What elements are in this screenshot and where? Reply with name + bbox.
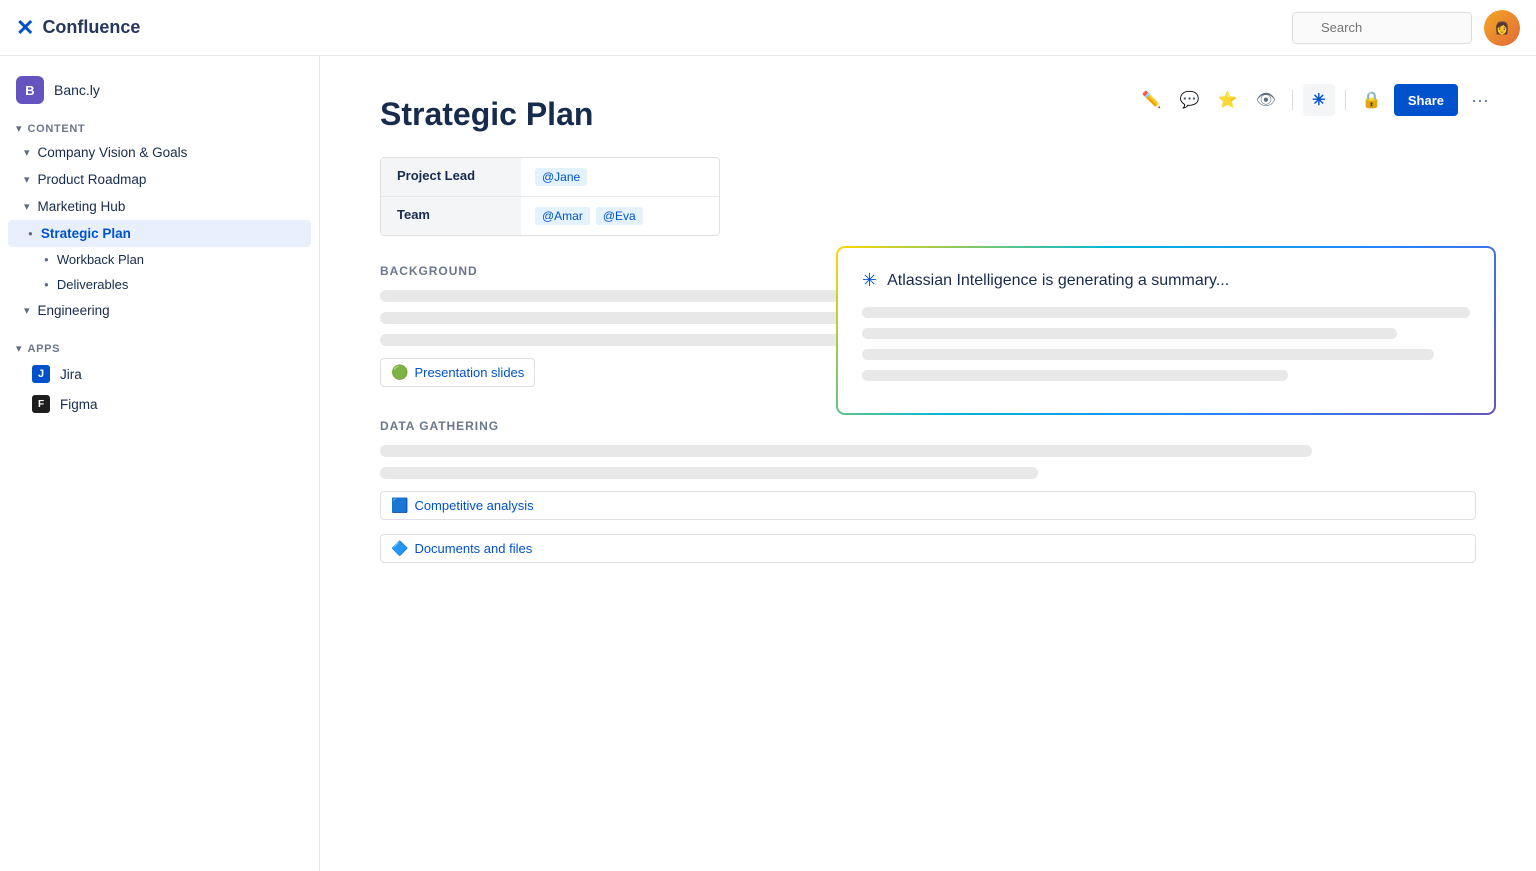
project-lead-value: @Jane bbox=[521, 158, 601, 196]
team-label: Team bbox=[381, 197, 521, 235]
sidebar: B Banc.ly ▾ CONTENT ▾ Company Vision & G… bbox=[0, 56, 320, 871]
sidebar-item-workback-plan-label: Workback Plan bbox=[57, 252, 144, 267]
star-button[interactable]: ⭐ bbox=[1212, 84, 1244, 116]
data-gathering-links: 🟦 Competitive analysis 🔷 Documents and f… bbox=[380, 491, 1476, 571]
avatar[interactable]: 👩 bbox=[1484, 10, 1520, 46]
sidebar-item-marketing-hub[interactable]: ▾ Marketing Hub bbox=[0, 193, 319, 220]
team-mention-amar[interactable]: @Amar bbox=[535, 207, 590, 225]
content-section-header[interactable]: ▾ CONTENT bbox=[0, 112, 319, 139]
jira-icon: J bbox=[32, 365, 50, 383]
sidebar-item-company-vision[interactable]: ▾ Company Vision & Goals bbox=[0, 139, 319, 166]
documents-files-link[interactable]: 🔷 Documents and files bbox=[380, 534, 1476, 563]
avatar-initials: 👩 bbox=[1495, 21, 1510, 35]
ai-snowflake-icon-panel: ✳ bbox=[862, 270, 877, 291]
presentation-slides-label: Presentation slides bbox=[414, 365, 524, 380]
ai-panel-header: ✳ Atlassian Intelligence is generating a… bbox=[862, 270, 1470, 291]
ai-loading-line-4 bbox=[862, 370, 1288, 381]
project-lead-row: Project Lead @Jane bbox=[381, 158, 719, 197]
apps-section-header[interactable]: ▾ APPS bbox=[0, 332, 319, 359]
content-area: ✏️ 💬 ⭐ 👁 ✳ 🔒 Share ··· Strategic Plan Pr… bbox=[320, 56, 1536, 871]
logo-text: Confluence bbox=[42, 17, 140, 38]
ai-loading-line-3 bbox=[862, 349, 1434, 360]
confluence-logo-icon: ✕ bbox=[16, 15, 34, 41]
metadata-table: Project Lead @Jane Team @Amar @Eva bbox=[380, 157, 720, 236]
toolbar-divider bbox=[1292, 90, 1293, 110]
ai-loading-line-1 bbox=[862, 307, 1470, 318]
dropbox-link-icon: 🔷 bbox=[391, 540, 408, 557]
marketing-hub-chevron-icon: ▾ bbox=[24, 200, 30, 213]
sidebar-item-engineering-label: Engineering bbox=[38, 303, 110, 318]
workback-plan-bullet: ● bbox=[44, 255, 49, 264]
top-navigation: ✕ Confluence 🔍 👩 bbox=[0, 0, 1536, 56]
sidebar-item-strategic-plan[interactable]: ● Strategic Plan bbox=[8, 220, 311, 247]
main-layout: B Banc.ly ▾ CONTENT ▾ Company Vision & G… bbox=[0, 56, 1536, 871]
content-chevron-icon: ▾ bbox=[16, 122, 22, 135]
data-gathering-section-title: DATA GATHERING bbox=[380, 419, 1476, 433]
apps-chevron-icon: ▾ bbox=[16, 342, 22, 355]
edit-button[interactable]: ✏️ bbox=[1136, 84, 1168, 116]
sidebar-item-jira-label: Jira bbox=[60, 367, 82, 382]
workspace-item[interactable]: B Banc.ly bbox=[0, 68, 319, 112]
toolbar-divider-2 bbox=[1345, 90, 1346, 110]
jira-link-icon: 🟦 bbox=[391, 497, 408, 514]
competitive-analysis-label: Competitive analysis bbox=[414, 498, 533, 513]
more-button[interactable]: ··· bbox=[1464, 84, 1496, 116]
share-button[interactable]: Share bbox=[1394, 84, 1458, 116]
restrict-button[interactable]: 🔒 bbox=[1356, 84, 1388, 116]
ai-snowflake-icon: ✳ bbox=[1312, 90, 1325, 110]
deliverables-bullet: ● bbox=[44, 280, 49, 289]
sidebar-item-workback-plan[interactable]: ● Workback Plan bbox=[0, 247, 319, 272]
ai-panel-border: ✳ Atlassian Intelligence is generating a… bbox=[836, 246, 1496, 415]
content-section-label: CONTENT bbox=[28, 123, 86, 135]
sidebar-item-engineering[interactable]: ▾ Engineering bbox=[0, 297, 319, 324]
figma-icon: F bbox=[32, 395, 50, 413]
strategic-plan-bullet: ● bbox=[28, 229, 33, 238]
product-roadmap-chevron-icon: ▾ bbox=[24, 173, 30, 186]
sidebar-item-deliverables[interactable]: ● Deliverables bbox=[0, 272, 319, 297]
search-input[interactable] bbox=[1292, 12, 1472, 44]
apps-section-label: APPS bbox=[28, 343, 61, 355]
presentation-icon: 🟢 bbox=[391, 364, 408, 381]
sidebar-item-figma[interactable]: F Figma bbox=[0, 389, 319, 419]
sidebar-item-marketing-hub-label: Marketing Hub bbox=[38, 199, 126, 214]
watch-button[interactable]: 👁 bbox=[1250, 84, 1282, 116]
logo[interactable]: ✕ Confluence bbox=[16, 15, 140, 41]
workspace-name: Banc.ly bbox=[54, 82, 100, 98]
sidebar-item-figma-label: Figma bbox=[60, 397, 98, 412]
company-vision-chevron-icon: ▾ bbox=[24, 146, 30, 159]
data-gathering-line-2 bbox=[380, 467, 1038, 479]
sidebar-item-company-vision-label: Company Vision & Goals bbox=[38, 145, 188, 160]
workspace-icon: B bbox=[16, 76, 44, 104]
sidebar-item-product-roadmap-label: Product Roadmap bbox=[38, 172, 147, 187]
page-toolbar: ✏️ 💬 ⭐ 👁 ✳ 🔒 Share ··· bbox=[1136, 84, 1496, 116]
ai-button[interactable]: ✳ bbox=[1303, 84, 1335, 116]
team-mention-eva[interactable]: @Eva bbox=[596, 207, 643, 225]
ai-panel: ✳ Atlassian Intelligence is generating a… bbox=[838, 248, 1494, 413]
competitive-analysis-link[interactable]: 🟦 Competitive analysis bbox=[380, 491, 1476, 520]
comment-button[interactable]: 💬 bbox=[1174, 84, 1206, 116]
ai-loading-line-2 bbox=[862, 328, 1397, 339]
project-lead-mention[interactable]: @Jane bbox=[535, 168, 587, 186]
team-row: Team @Amar @Eva bbox=[381, 197, 719, 235]
sidebar-item-product-roadmap[interactable]: ▾ Product Roadmap bbox=[0, 166, 319, 193]
team-value: @Amar @Eva bbox=[521, 197, 657, 235]
search-wrapper: 🔍 bbox=[1292, 12, 1472, 44]
engineering-chevron-icon: ▾ bbox=[24, 304, 30, 317]
documents-files-label: Documents and files bbox=[414, 541, 532, 556]
sidebar-item-jira[interactable]: J Jira bbox=[0, 359, 319, 389]
sidebar-item-deliverables-label: Deliverables bbox=[57, 277, 129, 292]
project-lead-label: Project Lead bbox=[381, 158, 521, 196]
ai-panel-title: Atlassian Intelligence is generating a s… bbox=[887, 272, 1229, 290]
sidebar-item-strategic-plan-label: Strategic Plan bbox=[41, 226, 131, 241]
data-gathering-line-1 bbox=[380, 445, 1312, 457]
presentation-slides-link[interactable]: 🟢 Presentation slides bbox=[380, 358, 535, 387]
